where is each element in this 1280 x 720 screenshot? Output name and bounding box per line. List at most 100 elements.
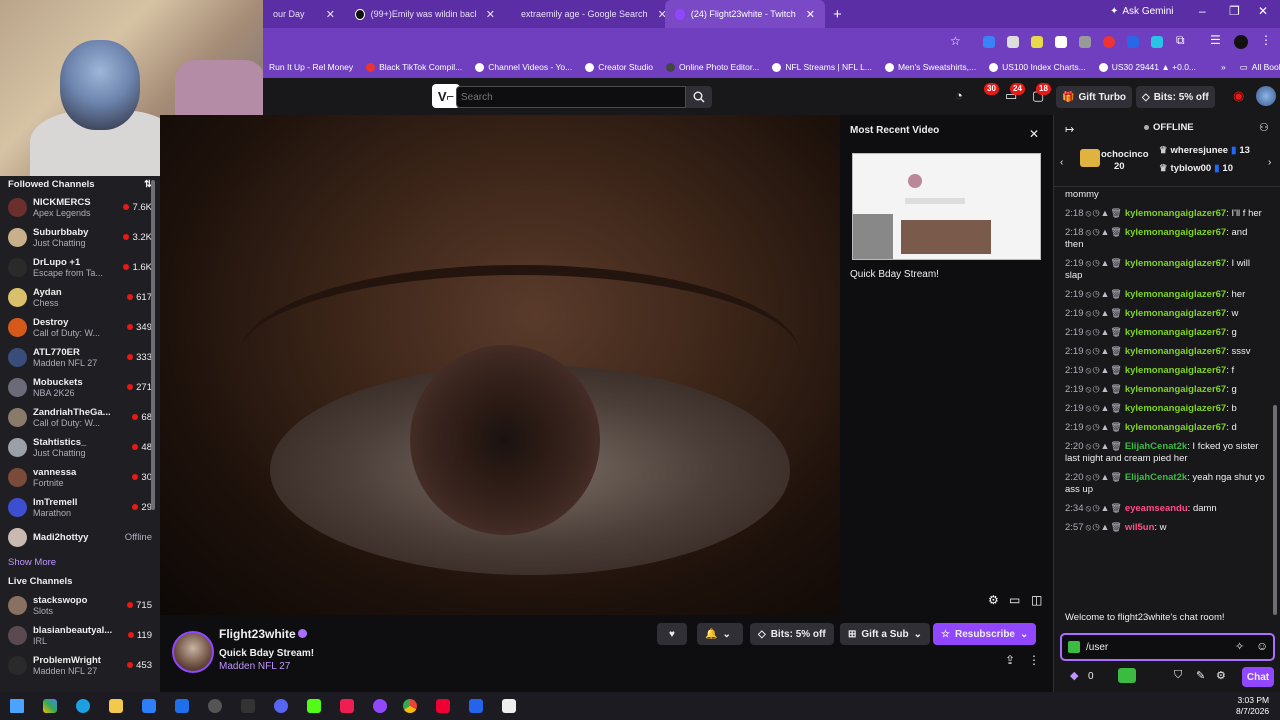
chat-username[interactable]: kylemonangaiglazer67 (1125, 208, 1226, 219)
browser-tab-2[interactable]: (99+)Emily was wildin back the ✕ (345, 0, 505, 28)
extension-icon[interactable] (1031, 36, 1043, 48)
shield-icon[interactable]: ⛉ (1174, 669, 1182, 682)
channel-avatar[interactable] (172, 631, 214, 673)
bookmark-item[interactable]: NFL Streams | NFL L... (772, 62, 872, 72)
follow-heart-button[interactable]: ♥ (657, 623, 687, 645)
restore-icon[interactable]: ❐ (1229, 4, 1240, 18)
app-icon[interactable] (469, 699, 483, 713)
edge-icon[interactable] (76, 699, 90, 713)
file-explorer-icon[interactable] (109, 699, 123, 713)
extension-icon[interactable] (983, 36, 995, 48)
browser-tab-3[interactable]: extraemily age - Google Search ✕ (505, 0, 667, 28)
sidebar-channel[interactable]: DrLupo +1 Escape from Ta... 1.6K (0, 252, 160, 282)
sidebar-channel[interactable]: ProblemWright Madden NFL 27 453 (0, 650, 160, 680)
fullscreen-icon[interactable]: ◫ (1031, 593, 1042, 607)
sidebar-channel[interactable]: ImTremell Marathon 29 (0, 492, 160, 522)
resubscribe-button[interactable]: ☆ Resubscribe ⌄ (933, 623, 1037, 645)
mod-actions-icon[interactable]: ⦸◷▲🗑 (1086, 522, 1123, 532)
mod-actions-icon[interactable]: ⦸◷▲🗑 (1086, 208, 1123, 218)
bookmark-item[interactable]: US30 29441 ▲ +0.0... (1098, 62, 1196, 72)
chevron-left-icon[interactable]: ‹ (1060, 157, 1063, 168)
chat-username[interactable]: kylemonangaiglazer67 (1125, 258, 1226, 269)
extension-icon[interactable] (1007, 36, 1019, 48)
chrome-icon[interactable] (403, 699, 417, 713)
extension-icon[interactable] (1079, 36, 1091, 48)
windows-start-icon[interactable] (10, 699, 24, 713)
chat-username[interactable]: kylemonangaiglazer67 (1125, 403, 1226, 414)
chat-username[interactable]: ElijahCenat2k (1125, 472, 1187, 483)
extension-icon[interactable] (1127, 36, 1139, 48)
bookmark-item[interactable]: Run It Up - Rel Money (269, 62, 353, 72)
bits-discount-button[interactable]: ◇ Bits: 5% off (750, 623, 834, 645)
gift-sub-button[interactable]: ⊞ Gift a Sub ⌄ (840, 623, 931, 645)
channel-name[interactable]: Flight23white (219, 627, 296, 641)
mod-actions-icon[interactable]: ⦸◷▲🗑 (1086, 472, 1123, 482)
mod-actions-icon[interactable]: ⦸◷▲🗑 (1086, 503, 1123, 513)
twitch-app-icon[interactable] (373, 699, 387, 713)
chat-username[interactable]: wil5un (1125, 522, 1155, 533)
show-more-link[interactable]: Show More (0, 552, 160, 572)
chat-username[interactable]: kylemonangaiglazer67 (1125, 327, 1226, 338)
notification-bell-button[interactable]: 🔔 ⌄ (697, 623, 743, 645)
ask-gemini-button[interactable]: ✦ Ask Gemini (1110, 6, 1174, 17)
user-avatar[interactable] (1256, 86, 1276, 106)
bookmarks-overflow-icon[interactable]: » (1221, 62, 1226, 72)
sidebar-channel[interactable]: ZandriahTheGa... Call of Duty: W... 68 (0, 402, 160, 432)
close-icon[interactable]: ✕ (648, 8, 667, 21)
bookmark-item[interactable]: Black TikTok Compil... (366, 62, 462, 72)
chat-send-button[interactable]: Chat (1242, 667, 1274, 687)
window-close-icon[interactable]: ✕ (1258, 4, 1268, 18)
bookmark-item[interactable]: Channel Videos - Yo... (475, 62, 572, 72)
emote-picker-icon[interactable]: ☺ (1256, 639, 1268, 653)
sidebar-scrollbar[interactable] (151, 180, 155, 510)
discord-icon[interactable] (274, 699, 288, 713)
bookmark-item[interactable]: Creator Studio (585, 62, 653, 72)
sidebar-channel[interactable]: Stahtistics_ Just Chatting 48 (0, 432, 160, 462)
steam-icon[interactable] (208, 699, 222, 713)
chat-username[interactable]: eyeamseandu (1125, 503, 1188, 514)
alert-icon[interactable]: ◉ (1233, 88, 1244, 104)
tab-search-icon[interactable]: ☰ (1210, 33, 1221, 47)
bits-button[interactable]: ◇ Bits: 5% off (1136, 86, 1215, 108)
sidebar-channel[interactable]: Madi2hottyy Offline (0, 522, 160, 552)
app-icon[interactable] (436, 699, 450, 713)
chat-username[interactable]: kylemonangaiglazer67 (1125, 365, 1226, 376)
chevron-right-icon[interactable]: › (1268, 157, 1271, 168)
mod-actions-icon[interactable]: ⦸◷▲🗑 (1086, 258, 1123, 268)
search-input[interactable] (456, 86, 686, 108)
chat-settings-icon[interactable]: ⚙ (1216, 669, 1226, 682)
theatre-mode-icon[interactable]: ▭ (1009, 593, 1020, 607)
video-player[interactable]: Most Recent Video ✕ Quick Bday Stream! ⚙… (160, 115, 1053, 615)
browser-menu-icon[interactable]: ⋮ (1260, 33, 1272, 47)
sidebar-channel[interactable]: vannessa Fortnite 30 (0, 462, 160, 492)
prime-crown-icon[interactable]: ◔ (955, 88, 963, 103)
chat-username[interactable]: kylemonangaiglazer67 (1125, 346, 1226, 357)
mod-actions-icon[interactable]: ⦸◷▲🗑 (1086, 289, 1123, 299)
bookmark-item[interactable]: Men's Sweatshirts,... (884, 62, 976, 72)
mail-icon[interactable] (175, 699, 189, 713)
collapse-chat-icon[interactable]: ↦ (1065, 123, 1074, 136)
tiktok-icon[interactable] (340, 699, 354, 713)
sidebar-channel[interactable]: blasianbeautyal... IRL 119 (0, 620, 160, 650)
recent-video-thumbnail[interactable] (852, 153, 1041, 260)
chat-scrollbar[interactable] (1273, 405, 1277, 615)
mod-actions-icon[interactable]: ⦸◷▲🗑 (1086, 403, 1123, 413)
extension-icon[interactable] (1103, 36, 1115, 48)
epic-games-icon[interactable] (241, 699, 255, 713)
channel-points-icon[interactable]: ◆ (1070, 669, 1078, 682)
settings-icon[interactable]: ⚙ (988, 593, 999, 607)
sidebar-channel[interactable]: stackswopo Slots 715 (0, 590, 160, 620)
sidebar-channel[interactable]: Mobuckets NBA 2K26 271 (0, 372, 160, 402)
mod-actions-icon[interactable]: ⦸◷▲🗑 (1086, 384, 1123, 394)
close-icon[interactable]: ✕ (316, 8, 335, 21)
extensions-puzzle-icon[interactable]: ⧉ (1176, 33, 1185, 48)
sidebar-channel[interactable]: ATL770ER Madden NFL 27 333 (0, 342, 160, 372)
search-button[interactable] (686, 86, 712, 108)
mod-actions-icon[interactable]: ⦸◷▲🗑 (1086, 227, 1123, 237)
prediction-icon[interactable] (1118, 668, 1136, 683)
mod-actions-icon[interactable]: ⦸◷▲🗑 (1086, 308, 1123, 318)
gift-turbo-button[interactable]: 🎁 Gift Turbo (1056, 86, 1133, 108)
mod-actions-icon[interactable]: ⦸◷▲🗑 (1086, 327, 1123, 337)
browser-tab-1[interactable]: our Day ✕ (263, 0, 345, 28)
sidebar-channel[interactable]: Aydan Chess 617 (0, 282, 160, 312)
